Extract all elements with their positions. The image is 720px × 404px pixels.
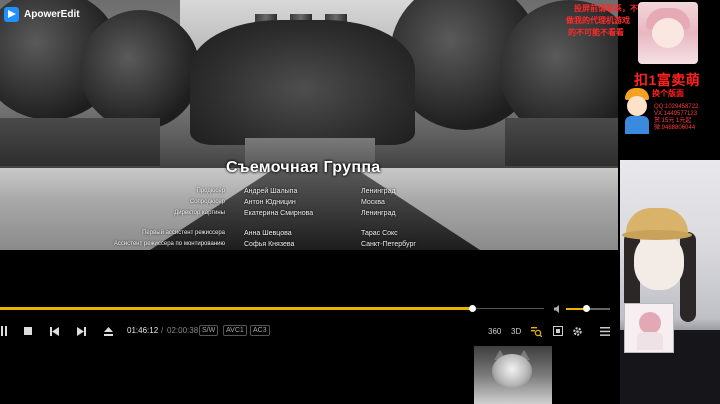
credit-row: Директор картины Екатерина Смирнова Лени… xyxy=(110,210,440,220)
capture-icon[interactable] xyxy=(552,324,564,338)
time-current: 01:46:12 xyxy=(127,326,159,335)
streamer-webcam xyxy=(620,160,720,404)
memorial-wall xyxy=(505,118,618,166)
progress-fill[interactable] xyxy=(0,307,473,310)
app-name: ApowerEdit xyxy=(24,8,80,20)
credit-name: Андрей Шалыпа xyxy=(244,188,298,195)
search-icon[interactable] xyxy=(530,324,542,338)
webcam-hair xyxy=(680,232,696,322)
volume-thumb[interactable] xyxy=(583,305,590,312)
promo-line: VX:1449577123 xyxy=(654,111,698,117)
3d-icon[interactable]: 3D xyxy=(511,324,521,338)
promo-subtitle: 换个版面 xyxy=(652,89,684,98)
credits-title: Съемочная Группа xyxy=(226,159,381,176)
tag-audio-codec[interactable]: AC3 xyxy=(250,325,270,336)
progress-thumb[interactable] xyxy=(469,305,476,312)
promo-line: 微:9488806044 xyxy=(654,125,696,131)
tag-sw[interactable]: S/W xyxy=(199,325,219,336)
video-frame[interactable]: Съемочная Группа Продюсер Андрей Шалыпа … xyxy=(0,0,618,250)
credit-role: Ассистент режиссера по монтированию xyxy=(113,241,225,247)
time-total: 02:00:38 xyxy=(167,326,199,335)
anime-thumbnail xyxy=(624,303,674,353)
credit-role: Первый ассистент режиссера xyxy=(142,230,225,236)
control-bar: 01:46:12 / 02:00:38 S/W AVC1 AC3 360 3D xyxy=(0,320,618,344)
credit-city: Тарас Сокс xyxy=(361,230,398,237)
cat-webcam xyxy=(474,346,552,404)
credit-row: Сопродюсер Антон Юдницин Москва xyxy=(110,199,440,209)
tag-video-codec[interactable]: AVC1 xyxy=(223,325,247,336)
gear-icon[interactable] xyxy=(571,324,583,338)
app-header: ApowerEdit xyxy=(4,6,80,22)
promo-line: QQ:1029458722 xyxy=(654,104,699,110)
credit-name: Екатерина Смирнова xyxy=(244,210,314,217)
next-icon[interactable] xyxy=(75,324,87,338)
credit-role: Директор картины xyxy=(174,210,225,216)
credit-row: Первый ассистент режиссера Анна Шевцова … xyxy=(110,230,440,240)
app-logo-icon xyxy=(4,6,19,22)
anime-avatar xyxy=(638,2,698,64)
overlay-red-line: 做我的代理机游戏 xyxy=(566,16,630,25)
eject-icon[interactable] xyxy=(102,324,114,338)
cartoon-mascot xyxy=(621,86,653,134)
credit-row: Ассистент режиссера по монтированию Софь… xyxy=(110,241,440,250)
time-separator: / xyxy=(161,326,164,335)
webcam-hat-brim xyxy=(622,230,692,240)
credit-city: Ленинград xyxy=(361,188,396,195)
credit-role: Сопродюсер xyxy=(189,199,225,205)
memorial-wall xyxy=(0,118,160,166)
credit-city: Санкт-Петербург xyxy=(361,241,416,248)
360-icon[interactable]: 360 xyxy=(488,324,501,338)
pause-icon[interactable] xyxy=(0,324,8,338)
progress-track[interactable] xyxy=(476,308,544,309)
credit-role: Продюсер xyxy=(196,188,225,194)
promo-line: 赏:15元 1元起 xyxy=(654,118,692,124)
webcam-face xyxy=(634,234,684,290)
monument-statue xyxy=(190,20,415,145)
promo-contact: QQ:1029458722 VX:1449577123 赏:15元 1元起 微:… xyxy=(654,104,698,132)
mascot-head xyxy=(627,96,647,116)
cat xyxy=(492,354,532,388)
mascot-body xyxy=(625,116,649,134)
thumbnail-head xyxy=(639,312,661,334)
thumbnail-body xyxy=(637,332,663,350)
avatar-face xyxy=(652,18,684,48)
credit-city: Ленинград xyxy=(361,210,396,217)
previous-icon[interactable] xyxy=(48,324,60,338)
credit-city: Москва xyxy=(361,199,385,206)
stop-icon[interactable] xyxy=(22,324,34,338)
overlay-red-line: 的不可能不看看 xyxy=(568,28,624,37)
credit-name: Софья Князева xyxy=(244,241,295,248)
credit-name: Антон Юдницин xyxy=(244,199,296,206)
tree xyxy=(80,10,200,130)
credit-row: Продюсер Андрей Шалыпа Ленинград xyxy=(110,188,440,198)
volume-icon[interactable] xyxy=(553,304,563,314)
menu-icon[interactable] xyxy=(599,324,611,338)
credit-name: Анна Шевцова xyxy=(244,230,292,237)
